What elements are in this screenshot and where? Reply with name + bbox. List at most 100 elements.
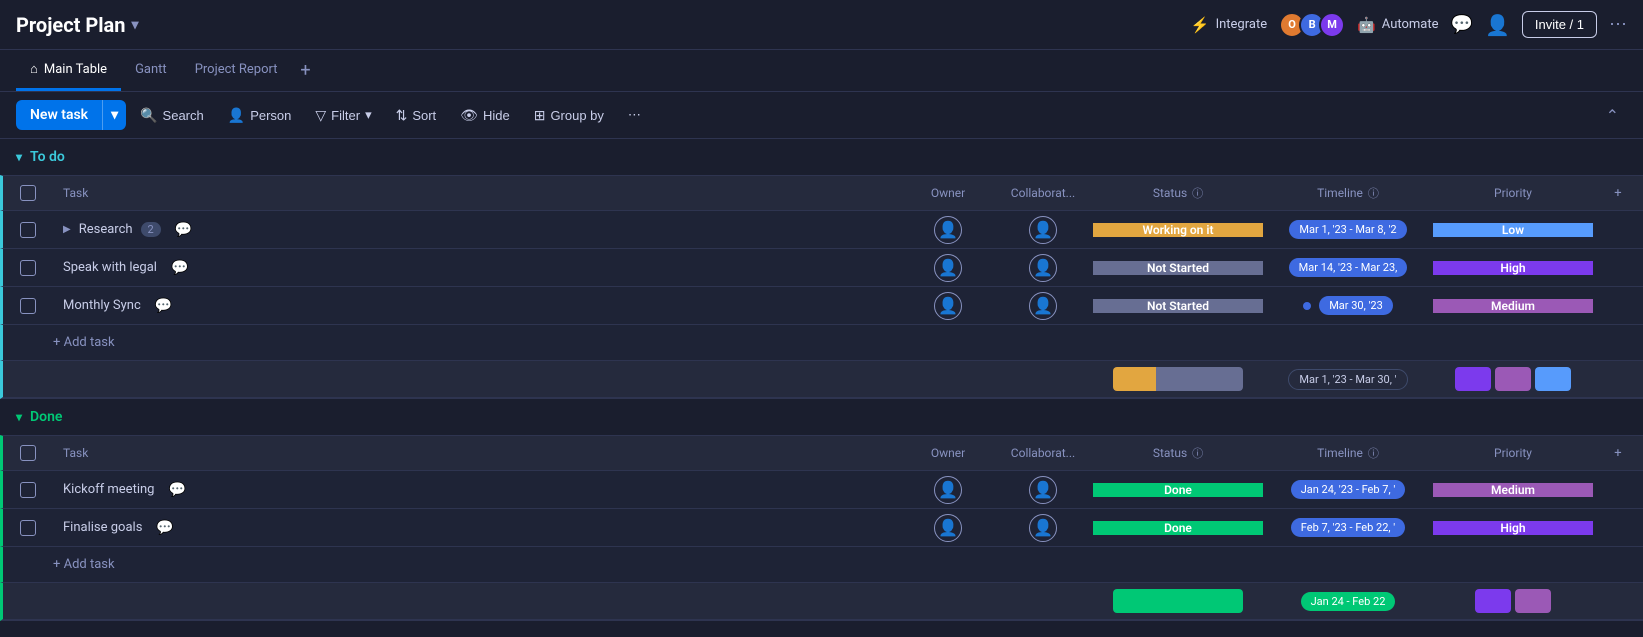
- finalise-collaborator[interactable]: 👤: [993, 514, 1093, 542]
- research-priority[interactable]: Low: [1433, 223, 1593, 237]
- legal-status-pill[interactable]: Not Started: [1093, 261, 1263, 275]
- monthly-collaborator[interactable]: 👤: [993, 292, 1093, 320]
- kickoff-comment-icon[interactable]: 💬: [168, 482, 185, 498]
- title-chevron-icon[interactable]: ▾: [131, 17, 138, 33]
- research-comment-icon[interactable]: 💬: [175, 222, 192, 238]
- done-add-task-row[interactable]: + Add task: [0, 547, 1643, 583]
- research-priority-pill[interactable]: Low: [1433, 223, 1593, 237]
- more-options-icon[interactable]: ⋯: [1609, 14, 1627, 35]
- kickoff-checkbox[interactable]: [20, 482, 36, 498]
- person-button[interactable]: 👤 Person: [218, 101, 302, 130]
- kickoff-priority[interactable]: Medium: [1433, 483, 1593, 497]
- tab-project-report[interactable]: Project Report: [181, 50, 292, 91]
- done-header-timeline: Timeline ⓘ: [1263, 445, 1433, 461]
- todo-add-task-row[interactable]: + Add task: [0, 325, 1643, 361]
- done-collapse-icon[interactable]: ▾: [16, 410, 22, 424]
- new-task-button[interactable]: New task ▾: [16, 100, 126, 130]
- chat-icon[interactable]: 💬: [1451, 14, 1473, 35]
- kickoff-priority-pill[interactable]: Medium: [1433, 483, 1593, 497]
- kickoff-collaborator[interactable]: 👤: [993, 476, 1093, 504]
- finalise-timeline[interactable]: Feb 7, '23 - Feb 22, ': [1263, 518, 1433, 537]
- legal-owner[interactable]: 👤: [903, 254, 993, 282]
- collapse-all-button[interactable]: ⌃: [1598, 102, 1627, 129]
- integrate-button[interactable]: ⚡ Integrate: [1191, 16, 1267, 34]
- more-toolbar-button[interactable]: ⋯: [618, 101, 651, 129]
- monthly-priority-pill[interactable]: Medium: [1433, 299, 1593, 313]
- new-task-dropdown-icon[interactable]: ▾: [102, 100, 126, 130]
- legal-collaborator[interactable]: 👤: [993, 254, 1093, 282]
- todo-bar-not-started: [1156, 367, 1243, 391]
- finalise-priority[interactable]: High: [1433, 521, 1593, 535]
- done-add-column-button[interactable]: +: [1593, 446, 1643, 461]
- kickoff-timeline[interactable]: Jan 24, '23 - Feb 7, ': [1263, 480, 1433, 499]
- research-owner[interactable]: 👤: [903, 216, 993, 244]
- legal-timeline-pill[interactable]: Mar 14, '23 - Mar 23,: [1289, 258, 1408, 277]
- legal-comment-icon[interactable]: 💬: [171, 260, 188, 276]
- finalise-checkbox[interactable]: [20, 520, 36, 536]
- done-header-owner: Owner: [903, 446, 993, 460]
- search-button[interactable]: 🔍 Search: [130, 101, 214, 130]
- todo-collapse-icon[interactable]: ▾: [16, 150, 22, 164]
- finalise-collaborator-avatar[interactable]: 👤: [1029, 514, 1057, 542]
- user-avatar-icon[interactable]: 👤: [1485, 13, 1510, 37]
- app-title[interactable]: Project Plan ▾: [16, 13, 139, 37]
- monthly-status-pill[interactable]: Not Started: [1093, 299, 1263, 313]
- done-select-all-checkbox[interactable]: [20, 445, 36, 461]
- kickoff-status-pill[interactable]: Done: [1093, 483, 1263, 497]
- monthly-status[interactable]: Not Started: [1093, 299, 1263, 313]
- legal-status[interactable]: Not Started: [1093, 261, 1263, 275]
- kickoff-status[interactable]: Done: [1093, 483, 1263, 497]
- research-expand-icon[interactable]: ▶: [63, 224, 71, 235]
- invite-button[interactable]: Invite / 1: [1522, 11, 1597, 38]
- avatar-3[interactable]: M: [1319, 12, 1345, 38]
- monthly-timeline-pill[interactable]: Mar 30, '23: [1319, 296, 1393, 315]
- group-by-button[interactable]: ⊞ Group by: [524, 101, 614, 130]
- kickoff-timeline-pill[interactable]: Jan 24, '23 - Feb 7, ': [1291, 480, 1406, 499]
- timeline-info-icon[interactable]: ⓘ: [1368, 185, 1379, 201]
- research-status-pill[interactable]: Working on it: [1093, 223, 1263, 237]
- research-collaborator-avatar[interactable]: 👤: [1029, 216, 1057, 244]
- finalise-status[interactable]: Done: [1093, 521, 1263, 535]
- legal-priority[interactable]: High: [1433, 261, 1593, 275]
- monthly-timeline[interactable]: Mar 30, '23: [1263, 296, 1433, 315]
- finalise-timeline-pill[interactable]: Feb 7, '23 - Feb 22, ': [1291, 518, 1405, 537]
- done-header-status: Status ⓘ: [1093, 445, 1263, 461]
- monthly-comment-icon[interactable]: 💬: [155, 298, 172, 314]
- filter-button[interactable]: ▽ Filter ▾: [305, 101, 381, 130]
- research-timeline-pill[interactable]: Mar 1, '23 - Mar 8, '2: [1289, 220, 1406, 239]
- finalise-priority-pill[interactable]: High: [1433, 521, 1593, 535]
- add-tab-button[interactable]: +: [291, 57, 319, 85]
- kickoff-collaborator-avatar[interactable]: 👤: [1029, 476, 1057, 504]
- research-owner-avatar[interactable]: 👤: [934, 216, 962, 244]
- finalise-owner-avatar[interactable]: 👤: [934, 514, 962, 542]
- done-status-info-icon[interactable]: ⓘ: [1192, 445, 1203, 461]
- legal-checkbox[interactable]: [20, 260, 36, 276]
- hide-button[interactable]: 👁 Hide: [450, 101, 520, 130]
- research-timeline[interactable]: Mar 1, '23 - Mar 8, '2: [1263, 220, 1433, 239]
- research-status[interactable]: Working on it: [1093, 223, 1263, 237]
- legal-collaborator-avatar[interactable]: 👤: [1029, 254, 1057, 282]
- todo-add-column-button[interactable]: +: [1593, 186, 1643, 201]
- legal-owner-avatar[interactable]: 👤: [934, 254, 962, 282]
- todo-select-all-checkbox[interactable]: [20, 185, 36, 201]
- legal-priority-pill[interactable]: High: [1433, 261, 1593, 275]
- tab-gantt[interactable]: Gantt: [121, 50, 181, 91]
- automate-button[interactable]: 🤖 Automate: [1357, 16, 1438, 34]
- finalise-comment-icon[interactable]: 💬: [156, 520, 173, 536]
- monthly-priority[interactable]: Medium: [1433, 299, 1593, 313]
- monthly-checkbox[interactable]: [20, 298, 36, 314]
- monthly-collaborator-avatar[interactable]: 👤: [1029, 292, 1057, 320]
- done-timeline-info-icon[interactable]: ⓘ: [1368, 445, 1379, 461]
- kickoff-owner[interactable]: 👤: [903, 476, 993, 504]
- finalise-status-pill[interactable]: Done: [1093, 521, 1263, 535]
- monthly-owner[interactable]: 👤: [903, 292, 993, 320]
- finalise-owner[interactable]: 👤: [903, 514, 993, 542]
- research-collaborator[interactable]: 👤: [993, 216, 1093, 244]
- research-checkbox[interactable]: [20, 222, 36, 238]
- monthly-owner-avatar[interactable]: 👤: [934, 292, 962, 320]
- tab-main-table[interactable]: ⌂ Main Table: [16, 50, 121, 91]
- status-info-icon[interactable]: ⓘ: [1192, 185, 1203, 201]
- kickoff-owner-avatar[interactable]: 👤: [934, 476, 962, 504]
- legal-timeline[interactable]: Mar 14, '23 - Mar 23,: [1263, 258, 1433, 277]
- sort-button[interactable]: ⇅ Sort: [386, 101, 447, 130]
